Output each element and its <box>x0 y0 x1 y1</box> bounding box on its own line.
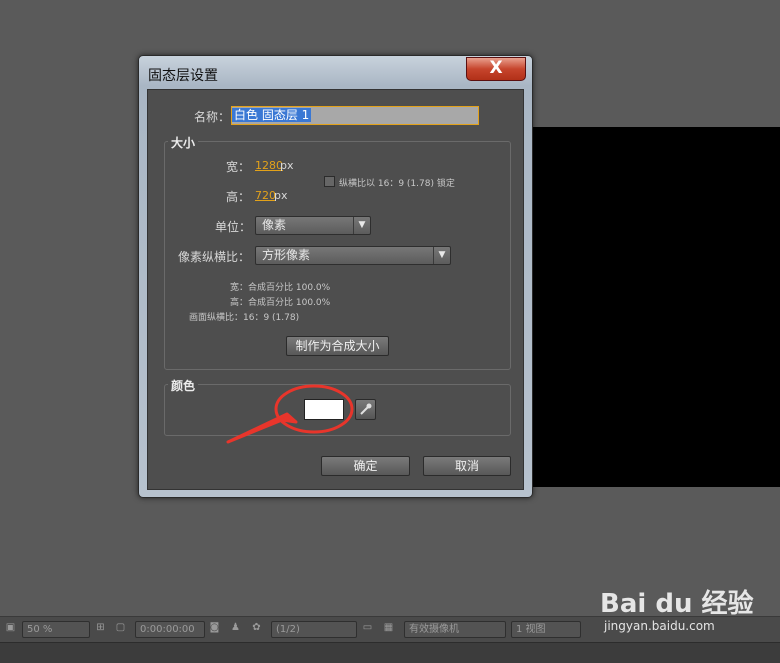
zoom-dropdown[interactable]: 50 % <box>22 621 90 638</box>
camera-icon[interactable]: ◙ <box>208 622 221 634</box>
zoom-value: 50 % <box>27 624 53 635</box>
grid-icon[interactable]: ▣ <box>4 622 17 634</box>
camera-dropdown[interactable]: 有效摄像机 <box>404 621 506 638</box>
annotation-overlay <box>226 384 354 444</box>
region-icon[interactable]: ▭ <box>361 622 374 634</box>
watermark-url: jingyan.baidu.com <box>604 619 715 633</box>
resolution-dropdown[interactable]: (1/2) <box>271 621 357 638</box>
timeline-strip <box>0 642 780 663</box>
timecode-field[interactable]: 0:00:00:00 <box>135 621 205 638</box>
safe-zone-icon[interactable]: ▢ <box>114 622 127 634</box>
camera-value: 有效摄像机 <box>409 624 459 635</box>
transparency-grid-icon[interactable]: ▦ <box>382 622 395 634</box>
timecode-value: 0:00:00:00 <box>140 624 195 635</box>
resolution-value: (1/2) <box>276 624 300 635</box>
color-icon[interactable]: ✿ <box>250 622 263 634</box>
views-dropdown[interactable]: 1 视图 <box>511 621 581 638</box>
person-icon[interactable]: ♟ <box>229 622 242 634</box>
watermark-logo: Bai du 经验 <box>600 589 754 619</box>
annotation-circle <box>274 384 354 434</box>
views-value: 1 视图 <box>516 624 546 635</box>
resolution-icon[interactable]: ⊞ <box>94 622 107 634</box>
annotation-arrow <box>226 412 298 444</box>
